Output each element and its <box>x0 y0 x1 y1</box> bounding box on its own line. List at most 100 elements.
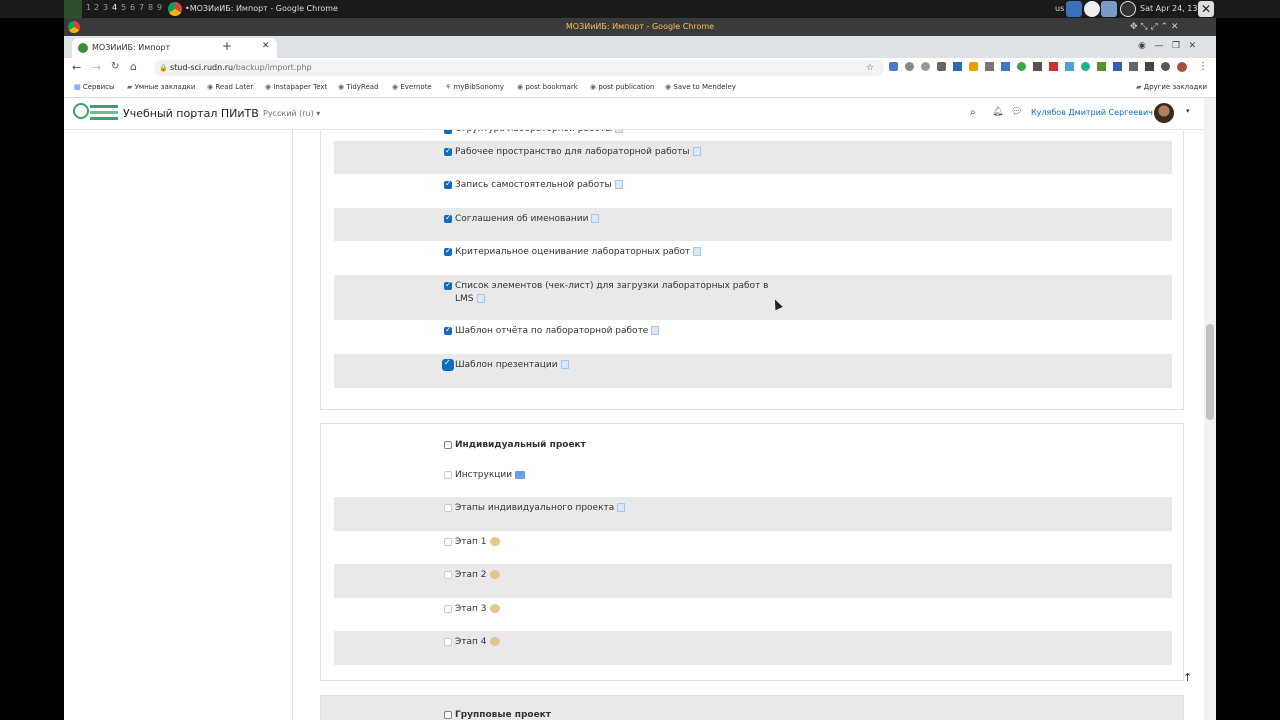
scrollbar-thumb[interactable] <box>1206 324 1214 420</box>
home-icon[interactable]: ⌂ <box>130 60 137 73</box>
bookmark-instapaper[interactable]: ◉ Instapaper Text <box>265 83 327 91</box>
close-icon[interactable]: ✕ <box>1198 1 1214 17</box>
bookmark-tidyread[interactable]: ◉ TidyRead <box>338 83 379 91</box>
checkbox[interactable] <box>444 638 452 646</box>
workspace-8[interactable]: 8 <box>148 3 153 12</box>
user-menu-chevron-icon[interactable]: ▾ <box>1186 107 1190 115</box>
forward-icon[interactable]: → <box>92 61 101 74</box>
site-title[interactable]: Учебный портал ПИиТВ <box>123 107 259 120</box>
back-icon[interactable]: ← <box>72 61 81 74</box>
taskbar-window-title[interactable]: •МОЗИиИБ: Импорт - Google Chrome <box>185 4 338 13</box>
file-icon <box>614 180 623 189</box>
bookmark-evernote[interactable]: ◉ Evernote <box>392 83 432 91</box>
checkbox[interactable] <box>444 711 452 719</box>
file-icon <box>693 247 702 256</box>
browser-toolbar: ← → ↻ ⌂ 🔒 stud-sci.rudn.ru/backup/import… <box>64 58 1216 78</box>
workspace-6[interactable]: 6 <box>130 3 135 12</box>
site-logo[interactable] <box>73 103 121 125</box>
bookmark-post-bookmark[interactable]: ◉ post bookmark <box>517 83 578 91</box>
item-label-line2: LMS <box>455 294 485 304</box>
checkbox[interactable] <box>444 280 452 290</box>
checkbox[interactable] <box>444 246 452 256</box>
section-individual-project: Индивидуальный проект Инструкции Этапы и… <box>320 423 1184 681</box>
workspace-1[interactable]: 1 <box>86 3 91 12</box>
avatar[interactable] <box>1154 103 1174 123</box>
section-heading: Групповые проект <box>455 710 552 720</box>
user-name[interactable]: Кулябов Дмитрий Сергеевич <box>1031 108 1153 117</box>
page-content: Учебный портал ПИиТВ Русский (ru) ▾ ⌕ 🔔︎… <box>64 98 1216 720</box>
list-item: Этап 4 <box>334 631 1172 665</box>
desktop-right-edge <box>1216 18 1280 720</box>
section-heading-row: Индивидуальный проект <box>334 434 1172 456</box>
workspace-2[interactable]: 2 <box>94 3 99 12</box>
window-menu-icons[interactable]: ◉ — ❐ ✕ <box>1138 41 1196 51</box>
menu-icon[interactable] <box>64 0 82 18</box>
page-scrollbar[interactable] <box>1204 98 1216 720</box>
search-icon[interactable]: ⌕ <box>970 107 976 118</box>
browser-tab[interactable]: МОЗИиИБ: Импорт ✕ <box>72 38 277 58</box>
reload-icon[interactable]: ↻ <box>111 61 119 72</box>
bookmark-read-later[interactable]: ◉ Read Later <box>207 83 253 91</box>
bookmark-post-publication[interactable]: ◉ post publication <box>590 83 654 91</box>
checkbox[interactable] <box>444 571 452 579</box>
obs-icon[interactable] <box>1120 1 1136 17</box>
tab-close-icon[interactable]: ✕ <box>262 41 270 51</box>
bookmark-apps[interactable]: ▦ Сервисы <box>74 83 115 91</box>
checkbox[interactable] <box>444 471 452 479</box>
back-to-top-icon[interactable]: ↑ <box>1183 671 1192 684</box>
language-menu[interactable]: Русский (ru) ▾ <box>263 109 320 118</box>
item-label: Этап 1 <box>455 537 500 547</box>
address-bar[interactable]: 🔒 stud-sci.rudn.ru/backup/import.php ☆ <box>154 60 884 76</box>
item-label: Этап 2 <box>455 570 500 580</box>
bookmark-mybibsonomy[interactable]: ⚘ myBibSonomy <box>445 83 504 91</box>
list-item: Этапы индивидуального проекта <box>334 497 1172 531</box>
item-label: Критериальное оценивание лабораторных ра… <box>455 247 702 257</box>
bell-icon[interactable]: 🔔︎ <box>992 107 1003 117</box>
checkbox[interactable] <box>444 605 452 613</box>
section-heading-row: Групповые проект <box>334 704 1172 720</box>
file-icon <box>560 360 569 369</box>
item-label: Шаблон отчёта по лабораторной работе <box>455 326 660 336</box>
list-item: Шаблон отчёта по лабораторной работе <box>334 320 1172 354</box>
checkbox-focused[interactable] <box>443 358 453 370</box>
item-label: Этап 3 <box>455 604 500 614</box>
window-title: МОЗИиИБ: Импорт - Google Chrome <box>565 22 715 31</box>
checkbox[interactable] <box>444 441 452 449</box>
list-item: Этап 2 <box>334 564 1172 598</box>
item-label: Шаблон презентации <box>455 360 569 370</box>
window-controls[interactable]: ✥ ⤡ ⤢ ⌃ ✕ <box>1130 18 1178 36</box>
bookmark-smart[interactable]: ▰ Умные закладки <box>127 83 195 91</box>
file-icon <box>476 294 485 303</box>
new-tab-button[interactable]: + <box>222 39 232 53</box>
star-icon[interactable]: ☆ <box>866 60 874 76</box>
keyboard-layout[interactable]: us <box>1055 4 1064 13</box>
file-icon <box>651 326 660 335</box>
checkbox[interactable] <box>444 504 452 512</box>
checkbox[interactable] <box>444 213 452 223</box>
assignment-icon <box>489 537 500 546</box>
desktop-left-edge <box>0 18 64 720</box>
workspace-4[interactable]: 4 <box>112 3 117 12</box>
chat-icon[interactable]: 💬︎ <box>1011 107 1022 117</box>
workspace-7[interactable]: 7 <box>139 3 144 12</box>
checkbox[interactable] <box>444 179 452 189</box>
workspace-9[interactable]: 9 <box>157 3 162 12</box>
checkbox[interactable] <box>444 325 452 335</box>
network-icon[interactable] <box>1066 1 1082 17</box>
section-group-project: Групповые проект <box>320 695 1184 720</box>
checkbox[interactable] <box>444 146 452 156</box>
bookmark-mendeley[interactable]: ◉ Save to Mendeley <box>665 83 736 91</box>
checkbox[interactable] <box>444 538 452 546</box>
item-label: Этап 4 <box>455 637 500 647</box>
extension-icons[interactable] <box>889 62 1189 74</box>
folder-icon <box>515 470 526 479</box>
assignment-icon <box>489 570 500 579</box>
workspace-3[interactable]: 3 <box>103 3 108 12</box>
bookmark-other[interactable]: ▰ Другие закладки <box>1136 83 1207 91</box>
item-label: Рабочее пространство для лабораторной ра… <box>455 147 701 157</box>
vpn-icon[interactable] <box>1084 1 1100 17</box>
display-icon[interactable] <box>1101 1 1117 17</box>
list-item: Критериальное оценивание лабораторных ра… <box>334 241 1172 275</box>
menu-kebab-icon[interactable]: ⋮ <box>1198 61 1208 72</box>
workspace-5[interactable]: 5 <box>121 3 126 12</box>
